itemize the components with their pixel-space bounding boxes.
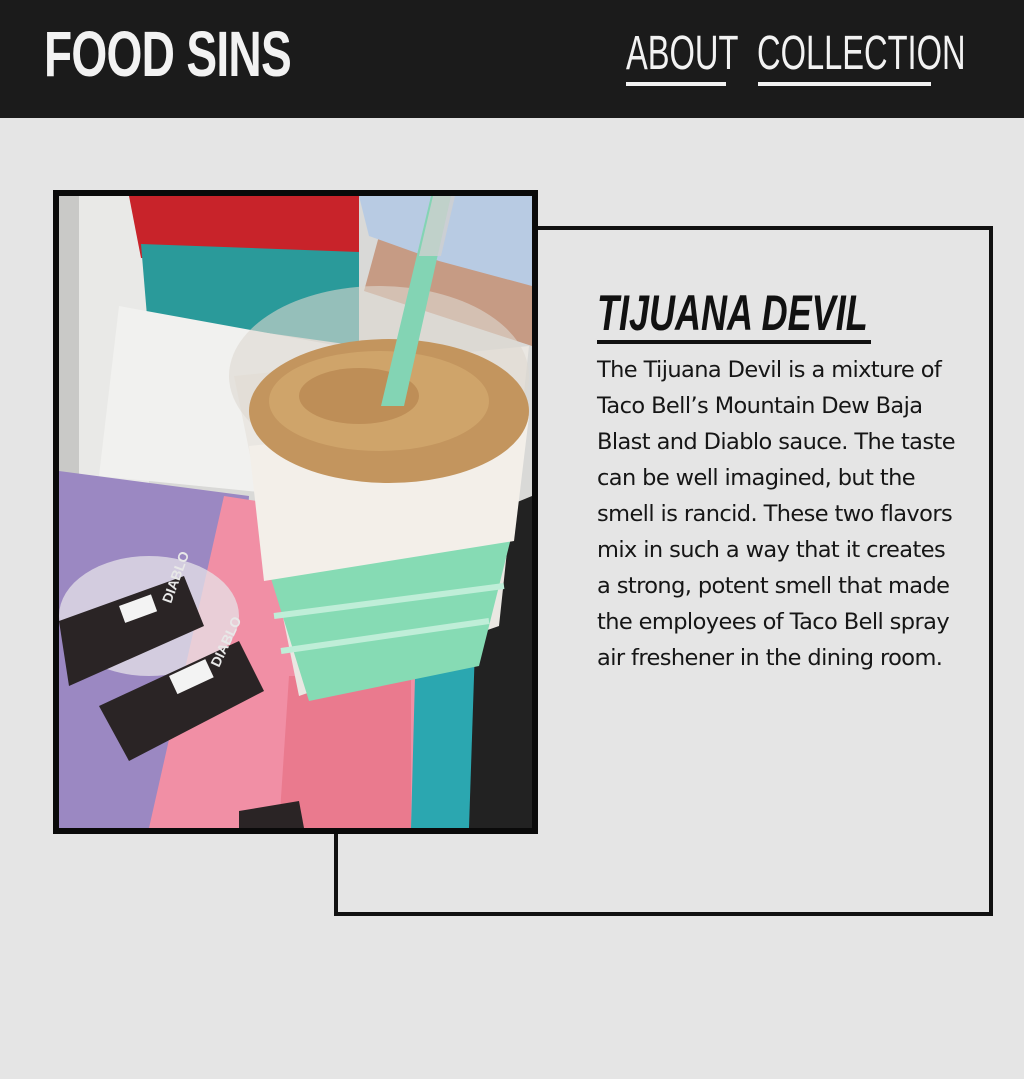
nav-link-about[interactable]: ABOUT bbox=[626, 30, 738, 78]
photo-wall-edge bbox=[59, 196, 79, 486]
drink-photo-illustration: DIABLO DIABLO bbox=[59, 196, 532, 828]
item-description: The Tijuana Devil is a mix­ture of Taco … bbox=[597, 357, 956, 671]
item-photo: DIABLO DIABLO bbox=[53, 190, 538, 834]
site-header: FOOD SINS ABOUT COLLECTION bbox=[0, 0, 1024, 118]
nav-about-underline bbox=[626, 82, 726, 86]
item-title-underline bbox=[597, 340, 871, 344]
site-logo[interactable]: FOOD SINS bbox=[44, 22, 292, 86]
nav-collection-underline bbox=[758, 82, 931, 86]
nav-link-collection[interactable]: COLLECTION bbox=[757, 30, 966, 78]
item-title: TIJUANA DEVIL bbox=[597, 285, 868, 341]
